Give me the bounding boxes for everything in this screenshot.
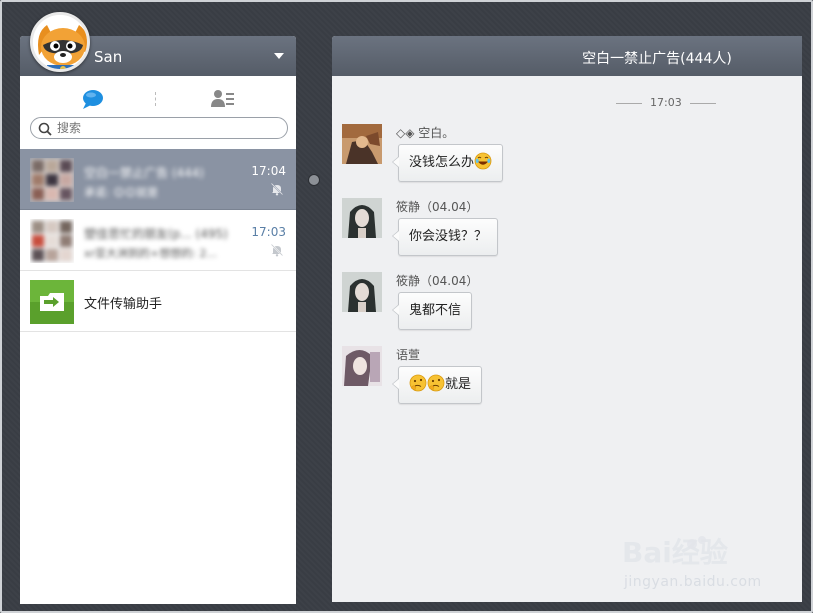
conversation-time: 17:04 <box>251 164 286 178</box>
message-bubble[interactable]: 你会没钱？？ <box>391 218 499 256</box>
conversation-preview: xr亚大洲到的+想想的: 2... <box>84 247 217 260</box>
raccoon-avatar-icon <box>33 15 87 69</box>
group-avatar-image-icon <box>30 158 74 202</box>
chat-panel: 空白一禁止广告(444人) 17:03 ◇◈ 空白。 没钱怎么办 筱静（04.0… <box>332 36 802 602</box>
sender-avatar[interactable] <box>342 272 382 312</box>
conversation-time: 17:03 <box>251 225 286 239</box>
message-bubble[interactable]: 鬼都不信 <box>391 292 473 330</box>
sender-avatar-image-icon <box>342 198 382 238</box>
panel-resize-handle[interactable] <box>308 174 320 186</box>
search-input[interactable] <box>57 119 277 137</box>
contacts-icon <box>211 90 234 107</box>
watermark-url: jingyan.baidu.com <box>624 574 762 590</box>
time-divider-label: 17:03 <box>650 96 682 109</box>
sender-avatar-image-icon <box>342 272 382 312</box>
tab-chat[interactable] <box>80 88 106 110</box>
message-text: 就是 <box>445 377 472 392</box>
group-avatar-image-icon <box>30 219 74 263</box>
sidebar: San 搜索 空白一禁止广告 (444) 承诺: 😊😊就是 17:04 塑佳思忙… <box>20 12 296 604</box>
user-avatar[interactable] <box>30 12 90 72</box>
conversation-item[interactable]: 空白一禁止广告 (444) 承诺: 😊😊就是 17:04 <box>20 149 296 210</box>
search-box[interactable] <box>30 117 288 139</box>
message-text: 没钱怎么办 <box>409 155 475 170</box>
mute-bell-icon <box>270 182 284 196</box>
conversation-item-file-transfer[interactable]: 文件传输助手 <box>20 271 296 332</box>
search-icon <box>38 122 52 136</box>
baidu-watermark: Bai经验 jingyan.baidu.com <box>622 530 782 600</box>
message-text: 你会没钱？？ <box>409 229 488 244</box>
dropdown-arrow-icon[interactable] <box>274 53 284 59</box>
sender-name: 筱静（04.04） <box>396 274 479 288</box>
mute-bell-icon <box>270 243 284 257</box>
conversation-list: 空白一禁止广告 (444) 承诺: 😊😊就是 17:04 塑佳思忙的朋友(p..… <box>20 149 296 332</box>
message-bubble[interactable]: 就是 <box>391 366 483 404</box>
conversation-title: 空白一禁止广告 (444) <box>84 166 205 180</box>
conversation-preview: 承诺: 😊😊就是 <box>84 186 159 199</box>
message-text: 鬼都不信 <box>409 303 462 318</box>
conversation-title: 塑佳思忙的朋友(p... (495) <box>84 227 228 241</box>
sender-avatar[interactable] <box>342 124 382 164</box>
chat-header: 空白一禁止广告(444人) <box>332 36 802 76</box>
user-name: San <box>94 48 123 66</box>
tab-divider <box>155 92 156 106</box>
time-divider: 17:03 <box>616 96 716 110</box>
conversation-title: 文件传输助手 <box>84 297 163 312</box>
chat-title: 空白一禁止广告(444人) <box>582 51 732 67</box>
watermark-logo-text: Bai经验 <box>622 536 728 569</box>
group-avatar <box>30 158 74 202</box>
sender-avatar[interactable] <box>342 198 382 238</box>
sender-name: 筱静（04.04） <box>396 200 479 214</box>
file-transfer-avatar <box>30 280 74 324</box>
sidebar-tabs <box>20 76 296 116</box>
sender-avatar[interactable] <box>342 346 382 386</box>
sender-name: 语萱 <box>396 348 421 362</box>
emoji-think-icon <box>409 374 427 392</box>
file-transfer-icon <box>30 280 74 324</box>
emoji-laugh-icon <box>474 152 492 170</box>
conversation-item[interactable]: 塑佳思忙的朋友(p... (495) xr亚大洲到的+想想的: 2... 17:… <box>20 210 296 271</box>
sender-name: ◇◈ 空白。 <box>396 126 455 140</box>
tab-contacts[interactable] <box>210 88 236 110</box>
chat-bubble-icon <box>83 90 103 109</box>
emoji-think-icon <box>427 374 445 392</box>
baidu-logo-icon: Bai经验 <box>622 536 728 569</box>
sender-avatar-image-icon <box>342 346 382 386</box>
group-avatar <box>30 219 74 263</box>
message-bubble[interactable]: 没钱怎么办 <box>391 144 504 182</box>
sender-avatar-image-icon <box>342 124 382 164</box>
user-bar[interactable]: San <box>20 12 296 76</box>
